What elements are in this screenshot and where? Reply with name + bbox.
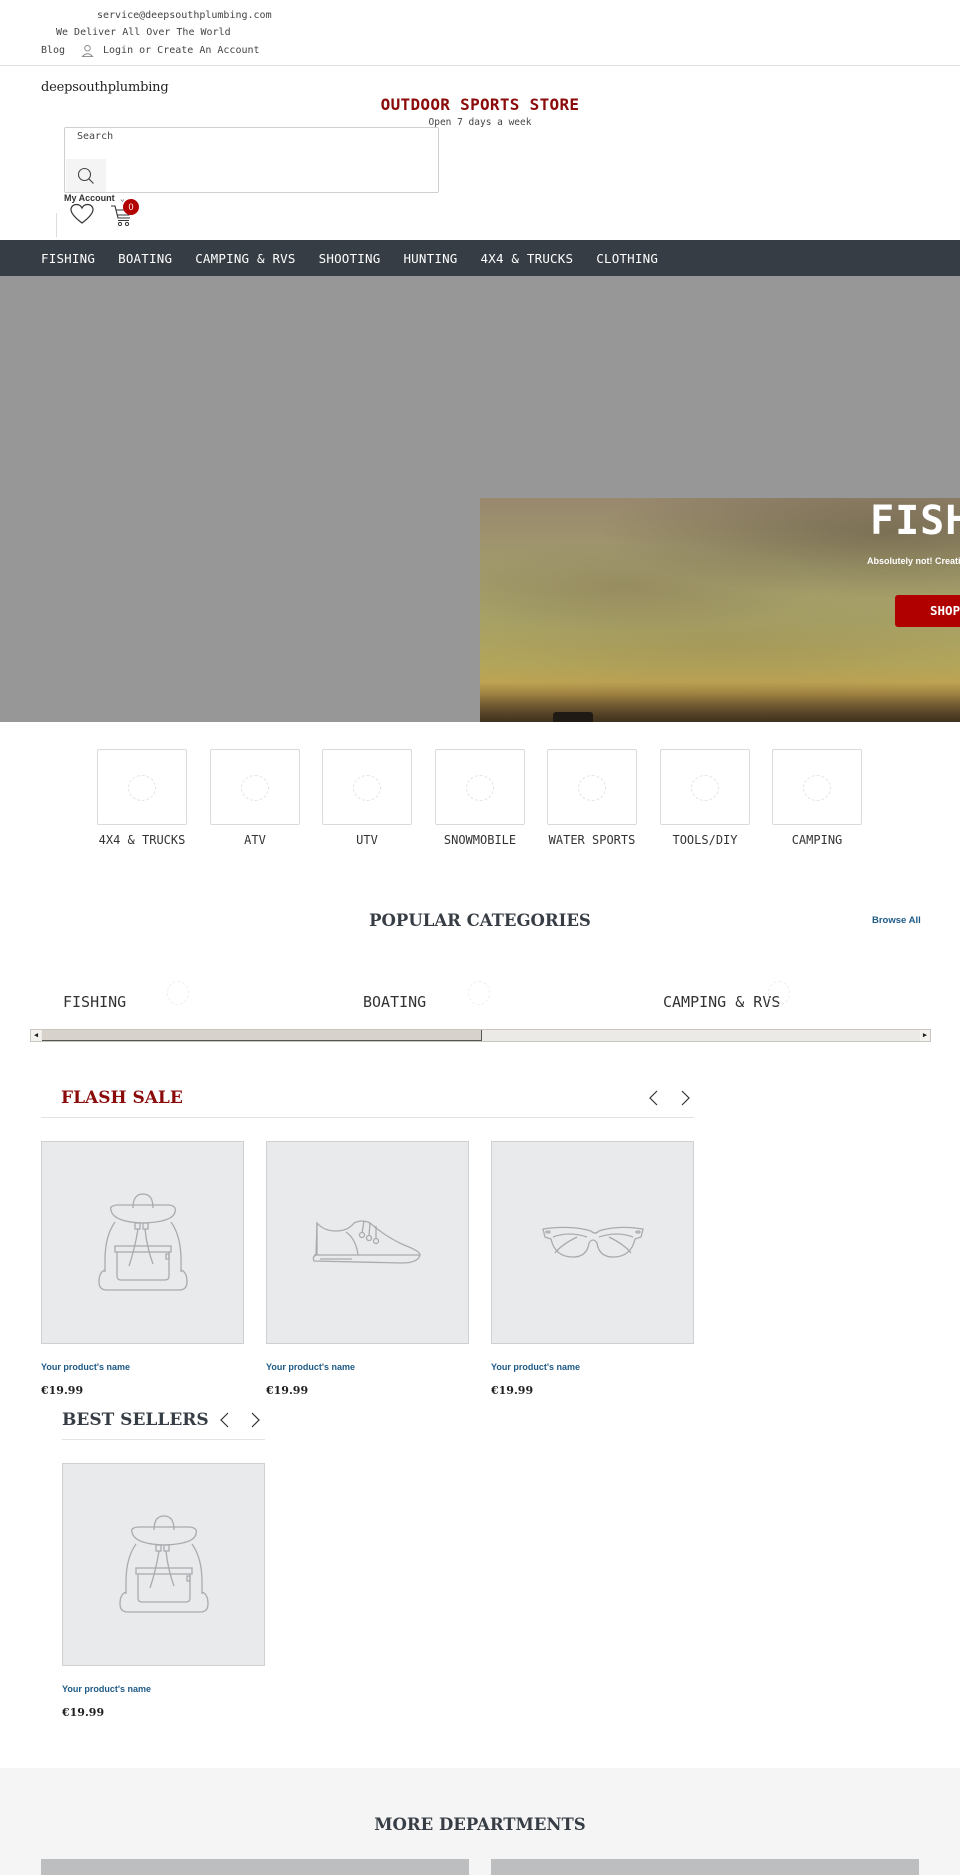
support-email[interactable]: service@deepsouthplumbing.com [97,10,272,21]
more-departments-title: MORE DEPARTMENTS [374,1815,586,1834]
flash-sale-next-chevron-icon[interactable] [677,1089,693,1107]
category-label[interactable]: UTV [312,833,422,847]
store-title: OUTDOOR SPORTS STORE [380,95,580,114]
product-price: €19.99 [491,1384,534,1397]
more-departments-section: MORE DEPARTMENTS [0,1768,960,1875]
hero-banner: FISHING Absolutely not! Creating SHOP NO… [0,276,960,722]
wishlist-heart-icon[interactable] [70,203,94,225]
section-divider [62,1439,265,1440]
nav-item-camping-rvs[interactable]: CAMPING & RVS [195,251,295,266]
category-tile-camping[interactable] [772,749,862,825]
loading-spinner-icon [167,981,189,1005]
loading-spinner-icon [578,775,606,801]
product-name[interactable]: Your product's name [491,1362,580,1372]
loading-spinner-icon [768,981,790,1005]
login-link[interactable]: Login or Create An Account [103,45,260,56]
main-nav: FISHING BOATING CAMPING & RVS SHOOTING H… [0,240,960,276]
delivery-notice: We Deliver All Over The World [56,27,231,38]
department-card[interactable] [41,1859,469,1875]
loading-spinner-icon [466,775,494,801]
popular-category-fishing[interactable]: FISHING [63,993,126,1011]
blog-link[interactable]: Blog [41,45,65,56]
category-label[interactable]: SNOWMOBILE [425,833,535,847]
nav-item-fishing[interactable]: FISHING [41,251,95,266]
loading-spinner-icon [691,775,719,801]
category-label[interactable]: CAMPING [762,833,872,847]
nav-item-4x4-trucks[interactable]: 4X4 & TRUCKS [481,251,574,266]
flash-sale-prev-chevron-icon[interactable] [646,1089,662,1107]
search-icon [77,167,94,184]
loading-spinner-icon [803,775,831,801]
scroll-right-arrow-icon[interactable]: ▶ [920,1030,930,1041]
flash-sale-title: FLASH SALE [61,1088,183,1108]
site-logo[interactable]: deepsouthplumbing [41,80,169,95]
hero-subtitle: Absolutely not! Creating [867,556,960,566]
category-tile-utv[interactable] [322,749,412,825]
best-sellers-title: BEST SELLERS [62,1410,209,1430]
user-icon [81,44,94,57]
nav-item-shooting[interactable]: SHOOTING [319,251,381,266]
cart-count-badge: 0 [123,199,139,215]
popular-category-boating[interactable]: BOATING [363,993,426,1011]
loading-spinner-icon [128,775,156,801]
search-input[interactable]: Search [64,127,439,193]
sneaker-icon [312,1219,421,1264]
hero-landscape [480,682,960,722]
category-tile-snowmobile[interactable] [435,749,525,825]
product-price: €19.99 [62,1706,105,1719]
product-name[interactable]: Your product's name [266,1362,355,1372]
backpack-icon [97,1192,188,1291]
my-account-menu[interactable]: My Account [64,193,115,203]
category-label[interactable]: 4X4 & TRUCKS [87,833,197,847]
category-tile-atv[interactable] [210,749,300,825]
search-label: Search [77,131,114,142]
hero-title: FISHING [870,498,960,544]
loading-spinner-icon [468,981,490,1005]
hero-image: FISHING Absolutely not! Creating SHOP NO… [480,498,960,722]
category-label[interactable]: ATV [200,833,310,847]
backpack-icon [118,1514,209,1613]
section-divider [41,1117,694,1118]
category-label[interactable]: TOOLS/DIY [650,833,760,847]
product-name[interactable]: Your product's name [62,1684,151,1694]
category-label[interactable]: WATER SPORTS [537,833,647,847]
browse-all-link[interactable]: Browse All [872,915,921,926]
best-sellers-prev-chevron-icon[interactable] [217,1411,233,1429]
scrollbar-thumb[interactable] [42,1030,482,1041]
loading-spinner-icon [241,775,269,801]
product-price: €19.99 [266,1384,309,1397]
product-image[interactable] [62,1463,265,1666]
horizontal-scrollbar[interactable]: ◀ ▶ [30,1029,931,1042]
nav-item-boating[interactable]: BOATING [118,251,172,266]
popular-category-camping-rvs[interactable]: CAMPING & RVS [663,993,780,1011]
product-image[interactable] [41,1141,244,1344]
product-price: €19.99 [41,1384,84,1397]
category-tile-tools-diy[interactable] [660,749,750,825]
product-image[interactable] [491,1141,694,1344]
department-card[interactable] [491,1859,919,1875]
product-image[interactable] [266,1141,469,1344]
top-bar: service@deepsouthplumbing.com We Deliver… [0,0,960,66]
search-button[interactable] [66,159,106,192]
loading-spinner-icon [353,775,381,801]
shop-now-button[interactable]: SHOP NOW [895,595,960,627]
scroll-left-arrow-icon[interactable]: ◀ [31,1030,41,1041]
category-tile-4x4-trucks[interactable] [97,749,187,825]
sunglasses-icon [541,1226,644,1258]
best-sellers-next-chevron-icon[interactable] [247,1411,263,1429]
popular-categories-title: POPULAR CATEGORIES [369,911,591,930]
nav-item-hunting[interactable]: HUNTING [403,251,457,266]
nav-item-clothing[interactable]: CLOTHING [596,251,658,266]
hero-vehicle-silhouette [553,712,593,722]
header-divider [56,213,57,237]
category-tile-water-sports[interactable] [547,749,637,825]
product-name[interactable]: Your product's name [41,1362,130,1372]
